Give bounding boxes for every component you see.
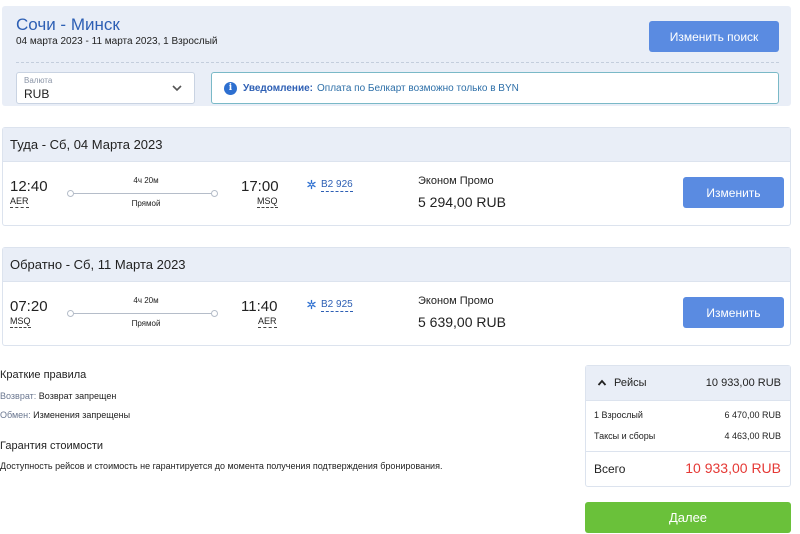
refund-key: Возврат: [0,391,37,401]
notice-banner: i Уведомление: Оплата по Белкарт возможн… [211,72,779,104]
route-dot-start [67,190,74,197]
total-label: Всего [594,462,626,476]
refund-value: Возврат запрещен [38,391,117,401]
fare-name: Эконом Промо [418,295,494,307]
departure-time: 07:20 [10,298,48,315]
summary-row: 1 Взрослый 6 470,00 RUB [594,410,781,420]
price-summary: Рейсы 10 933,00 RUB 1 Взрослый 6 470,00 … [585,365,791,487]
currency-select[interactable]: Валюта RUB [16,72,195,104]
summary-row-value: 4 463,00 RUB [724,431,781,441]
airline-logo-icon [307,179,316,190]
search-details: 04 марта 2023 - 11 марта 2023, 1 Взрослы… [16,36,218,47]
info-icon: i [224,81,237,95]
arrival-airport[interactable]: AER [258,316,277,328]
summary-row-label: Таксы и сборы [594,431,656,441]
arrival-airport[interactable]: MSQ [257,196,278,208]
change-search-button[interactable]: Изменить поиск [649,21,779,52]
arrival-time: 11:40 [241,298,278,315]
divider [586,451,790,452]
chevron-down-icon [172,85,182,92]
guarantee-text: Доступность рейсов и стоимость не гарант… [0,461,443,471]
flight-number[interactable]: B2 925 [321,299,353,312]
route-dot-end [211,310,218,317]
return-segment: Обратно - Сб, 11 Марта 2023 07:20 MSQ 4ч… [2,247,791,346]
notice-text: Оплата по Белкарт возможно только в BYN [317,82,519,94]
next-button[interactable]: Далее [585,502,791,533]
change-return-button[interactable]: Изменить [683,297,784,328]
departure-time: 12:40 [10,178,48,195]
flights-label: Рейсы [614,377,647,389]
divider [16,62,779,63]
arrival-time: 17:00 [241,178,279,195]
notice-title: Уведомление: [243,82,313,94]
stops-label: Прямой [131,319,161,328]
summary-row-value: 6 470,00 RUB [724,410,781,420]
fare-price: 5 639,00 RUB [418,314,506,330]
departure-airport[interactable]: MSQ [10,316,31,328]
stops-label: Прямой [131,199,161,208]
route-line [71,313,215,314]
route-dot-end [211,190,218,197]
segment-header: Туда - Сб, 04 Марта 2023 [3,128,790,162]
route-line [71,193,215,194]
exchange-rule: Обмен: Изменения запрещены [0,410,130,420]
exchange-value: Изменения запрещены [33,410,131,420]
currency-value: RUB [24,87,50,101]
route-title: Сочи - Минск [16,15,120,34]
summary-row: Таксы и сборы 4 463,00 RUB [594,431,781,441]
currency-label: Валюта [24,76,53,85]
flight-number[interactable]: B2 926 [321,179,353,192]
guarantee-title: Гарантия стоимости [0,440,104,452]
rules-title: Краткие правила [0,369,87,381]
exchange-key: Обмен: [0,410,31,420]
route-dot-start [67,310,74,317]
search-panel: Сочи - Минск 04 марта 2023 - 11 марта 20… [2,6,791,106]
fare-price: 5 294,00 RUB [418,194,506,210]
flight-duration: 4ч 20м [133,176,159,185]
refund-rule: Возврат: Возврат запрещен [0,391,116,401]
segment-header: Обратно - Сб, 11 Марта 2023 [3,248,790,282]
outbound-segment: Туда - Сб, 04 Марта 2023 12:40 AER 4ч 20… [2,127,791,226]
summary-row-label: 1 Взрослый [594,410,643,420]
fare-name: Эконом Промо [418,175,494,187]
total-value: 10 933,00 RUB [685,460,781,476]
flight-duration: 4ч 20м [133,296,159,305]
airline-logo-icon [307,299,316,310]
change-outbound-button[interactable]: Изменить [683,177,784,208]
chevron-up-icon [597,379,607,386]
departure-airport[interactable]: AER [10,196,29,208]
flights-total: 10 933,00 RUB [705,377,781,389]
summary-toggle[interactable]: Рейсы 10 933,00 RUB [586,366,790,401]
